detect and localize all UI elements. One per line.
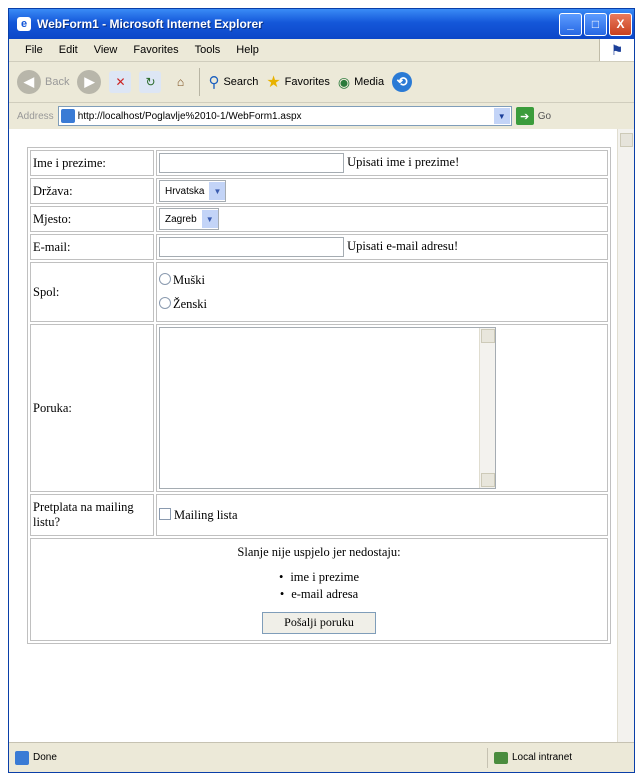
page-content: Ime i prezime: Upisati ime i prezime! Dr… <box>9 129 634 743</box>
name-label: Ime i prezime: <box>30 150 154 176</box>
chevron-down-icon: ▼ <box>209 182 226 200</box>
minimize-button[interactable]: _ <box>559 12 582 36</box>
validation-summary: Slanje nije uspjelo jer nedostaju: ime i… <box>30 538 608 641</box>
menu-bar: File Edit View Favorites Tools Help ⚑ <box>9 39 634 62</box>
mailing-checkbox-label: Mailing lista <box>174 507 238 522</box>
favorites-star-icon: ★ <box>266 74 281 91</box>
zone-text: Local intranet <box>512 752 573 763</box>
status-text: Done <box>33 752 57 763</box>
close-button[interactable]: X <box>609 12 632 36</box>
radio-male[interactable] <box>159 273 171 285</box>
submit-button[interactable]: Pošalji poruku <box>262 612 376 634</box>
country-label: Država: <box>30 178 154 204</box>
toolbar-divider <box>199 68 201 96</box>
menu-tools[interactable]: Tools <box>195 44 221 56</box>
address-url: http://localhost/Poglavlje%2010-1/WebFor… <box>77 110 302 122</box>
status-bar: Done Local intranet <box>9 742 634 772</box>
title-bar[interactable]: e WebForm1 - Microsoft Internet Explorer… <box>9 9 634 39</box>
search-label: Search <box>223 76 259 88</box>
favorites-label: Favorites <box>284 76 330 88</box>
address-input[interactable]: http://localhost/Poglavlje%2010-1/WebFor… <box>57 106 512 126</box>
window-title: WebForm1 - Microsoft Internet Explorer <box>37 17 263 31</box>
back-label: Back <box>45 76 70 88</box>
gender-female-label: Ženski <box>173 297 208 311</box>
gender-male-option[interactable]: Muški <box>159 273 205 287</box>
email-label: E-mail: <box>30 234 154 260</box>
toolbar: ◀ Back ▶ ✕ ↻ ⌂ ⚲ Search ★ Favorites ◉ Me… <box>9 62 634 103</box>
go-arrow-icon[interactable]: ➔ <box>515 107 534 125</box>
gender-label: Spol: <box>30 262 154 322</box>
country-select[interactable]: Hrvatska ▼ <box>159 180 227 202</box>
status-zone: Local intranet <box>487 747 634 768</box>
address-label: Address <box>17 110 54 122</box>
intranet-icon <box>494 751 508 764</box>
textarea-scrollbar[interactable] <box>479 328 495 488</box>
web-form: Ime i prezime: Upisati ime i prezime! Dr… <box>27 147 611 644</box>
validation-item: ime i prezime <box>31 570 607 585</box>
search-icon: ⚲ <box>208 74 220 91</box>
name-error: Upisati ime i prezime! <box>347 154 460 169</box>
email-input[interactable] <box>159 237 344 257</box>
page-icon <box>60 109 75 123</box>
home-icon[interactable]: ⌂ <box>169 71 191 93</box>
city-select[interactable]: Zagreb ▼ <box>159 208 219 230</box>
validation-header: Slanje nije uspjelo jer nedostaju: <box>237 545 401 559</box>
ie-logo-icon: e <box>17 17 31 31</box>
page-scrollbar[interactable] <box>617 129 634 743</box>
menu-help[interactable]: Help <box>236 44 259 56</box>
city-value: Zagreb <box>165 213 197 225</box>
stop-icon[interactable]: ✕ <box>109 71 132 93</box>
refresh-icon[interactable]: ↻ <box>139 71 162 93</box>
email-error: Upisati e-mail adresu! <box>347 238 459 253</box>
message-textarea[interactable] <box>159 327 496 489</box>
forward-arrow-icon: ▶ <box>77 70 102 94</box>
menu-favorites[interactable]: Favorites <box>133 44 178 56</box>
menu-view[interactable]: View <box>94 44 118 56</box>
country-value: Hrvatska <box>165 185 205 197</box>
message-label: Poruka: <box>30 324 154 492</box>
mailing-checkbox[interactable] <box>159 507 171 520</box>
windows-logo-icon: ⚑ <box>599 39 634 61</box>
media-icon: ◉ <box>337 73 351 90</box>
search-button[interactable]: ⚲ Search <box>208 73 258 91</box>
menu-edit[interactable]: Edit <box>59 44 78 56</box>
address-bar: Address http://localhost/Poglavlje%2010-… <box>9 103 634 130</box>
forward-button[interactable]: ▶ <box>77 70 102 94</box>
address-dropdown-icon[interactable]: ▼ <box>493 108 510 124</box>
maximize-button[interactable]: □ <box>584 12 607 36</box>
status-left: Done <box>9 750 487 765</box>
gender-female-option[interactable]: Ženski <box>159 297 207 311</box>
scroll-down-icon[interactable] <box>481 473 495 487</box>
scroll-up-icon[interactable] <box>620 133 633 147</box>
name-input[interactable] <box>159 153 344 173</box>
browser-window: e WebForm1 - Microsoft Internet Explorer… <box>8 8 635 773</box>
go-label[interactable]: Go <box>538 111 551 122</box>
validation-item: e-mail adresa <box>31 587 607 602</box>
mailing-option[interactable]: Mailing lista <box>159 507 238 522</box>
mailing-label: Pretplata na mailing listu? <box>30 494 154 536</box>
media-label: Media <box>354 76 385 88</box>
chevron-down-icon: ▼ <box>201 210 218 228</box>
menu-file[interactable]: File <box>25 44 43 56</box>
history-icon[interactable]: ⟲ <box>392 72 413 92</box>
radio-female[interactable] <box>159 297 171 309</box>
media-button[interactable]: ◉ Media <box>338 74 384 91</box>
back-arrow-icon: ◀ <box>17 70 41 94</box>
favorites-button[interactable]: ★ Favorites <box>266 72 330 92</box>
gender-male-label: Muški <box>173 273 205 287</box>
scroll-up-icon[interactable] <box>481 329 495 343</box>
page-icon <box>15 750 29 765</box>
city-label: Mjesto: <box>30 206 154 232</box>
back-button[interactable]: ◀ Back <box>17 70 69 94</box>
validation-list: ime i prezime e-mail adresa <box>31 570 607 602</box>
